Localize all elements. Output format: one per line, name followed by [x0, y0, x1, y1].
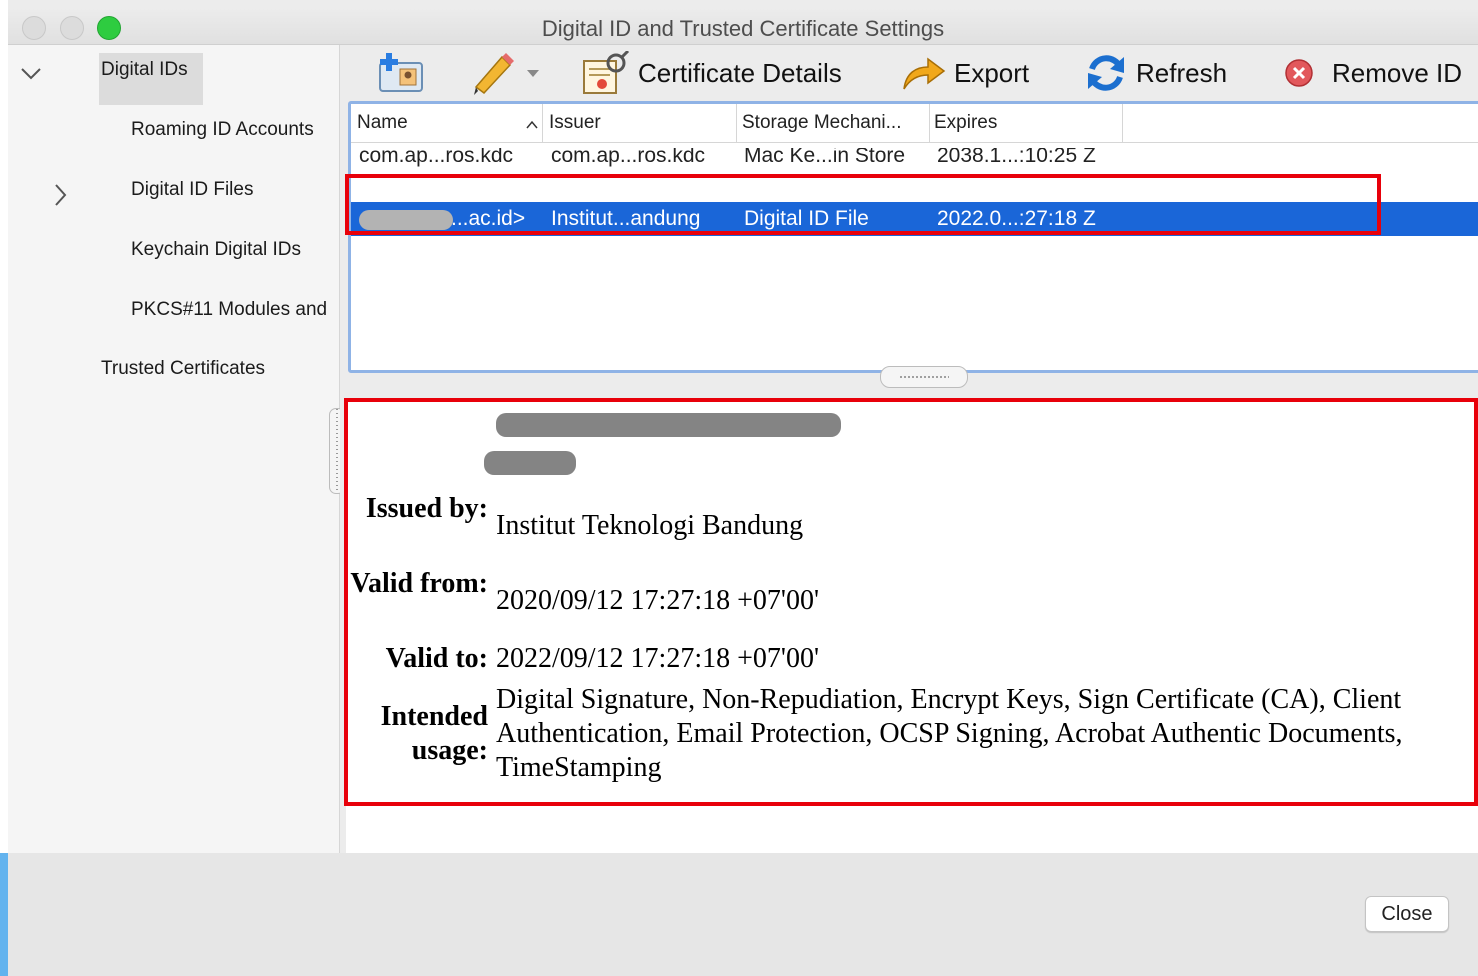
chevron-right-icon[interactable] — [52, 183, 68, 207]
dialog-footer: Close — [8, 853, 1478, 976]
export-arrow-icon — [903, 57, 946, 90]
certificate-icon — [583, 51, 630, 94]
title-bar: Digital ID and Trusted Certificate Setti… — [8, 8, 1478, 45]
sidebar-item-digital-id-files[interactable]: Digital ID Files — [131, 179, 253, 201]
cell-issuer: com.ap...ros.kdc — [551, 148, 706, 167]
table-header: Name Issuer Storage Mechani... Expires — [351, 104, 1478, 143]
remove-icon — [1285, 59, 1313, 87]
certificate-details-button[interactable]: Certificate Details — [580, 51, 842, 95]
refresh-button[interactable]: Refresh — [1084, 51, 1227, 95]
pencil-icon — [474, 53, 514, 95]
sidebar-item-keychain-digital-ids[interactable]: Keychain Digital IDs — [131, 239, 301, 261]
column-divider — [1122, 104, 1123, 142]
sidebar-item-pkcs11-modules[interactable]: PKCS#11 Modules and Tokens — [131, 299, 327, 321]
desktop-edge — [0, 0, 8, 976]
refresh-icon — [1088, 55, 1124, 91]
cell-name: com.ap...ros.kdc — [359, 148, 514, 167]
pane-resize-handle[interactable] — [880, 366, 968, 388]
certificate-details-label: Certificate Details — [638, 57, 842, 88]
sidebar-item-trusted-certificates[interactable]: Trusted Certificates — [101, 358, 265, 380]
cell-storage: Mac Ke...in Store — [744, 148, 906, 167]
sidebar-item-digital-ids[interactable]: Digital IDs — [101, 59, 188, 81]
table-row[interactable]: com.ap...ros.kdc com.ap...ros.kdc Mac Ke… — [351, 148, 1478, 170]
remove-id-label: Remove ID — [1332, 57, 1463, 88]
column-header-name[interactable]: Name — [357, 112, 408, 134]
export-label: Export — [954, 57, 1030, 88]
highlight-box-details — [344, 398, 1478, 806]
desktop-edge-blue — [0, 853, 8, 976]
highlight-box-selected-row — [345, 174, 1381, 235]
sidebar: Digital IDs Roaming ID Accounts Digital … — [8, 45, 340, 853]
toolbar: Certificate Details Export Refresh Remov… — [340, 45, 1478, 101]
refresh-label: Refresh — [1136, 57, 1228, 88]
column-header-storage[interactable]: Storage Mechani... — [742, 112, 901, 134]
export-button[interactable]: Export — [900, 51, 1029, 95]
chevron-down-icon[interactable] — [20, 65, 42, 81]
column-header-issuer[interactable]: Issuer — [549, 112, 601, 134]
edit-button[interactable] — [470, 51, 540, 95]
digital-id-table: Name Issuer Storage Mechani... Expires c… — [348, 101, 1478, 373]
add-id-icon — [379, 53, 423, 92]
window-title: Digital ID and Trusted Certificate Setti… — [541, 16, 945, 41]
cell-expires: 2038.1...:10:25 Z — [937, 148, 1096, 167]
add-id-button[interactable] — [376, 51, 426, 95]
column-divider — [929, 104, 930, 142]
column-divider — [542, 104, 543, 142]
column-divider — [736, 104, 737, 142]
sidebar-item-roaming-id-accounts[interactable]: Roaming ID Accounts — [131, 119, 327, 141]
remove-id-button[interactable]: Remove ID — [1284, 51, 1462, 95]
close-button[interactable]: Close — [1365, 896, 1449, 932]
sort-ascending-icon — [526, 120, 538, 129]
column-header-expires[interactable]: Expires — [934, 112, 997, 134]
dropdown-arrow-icon — [527, 70, 539, 77]
